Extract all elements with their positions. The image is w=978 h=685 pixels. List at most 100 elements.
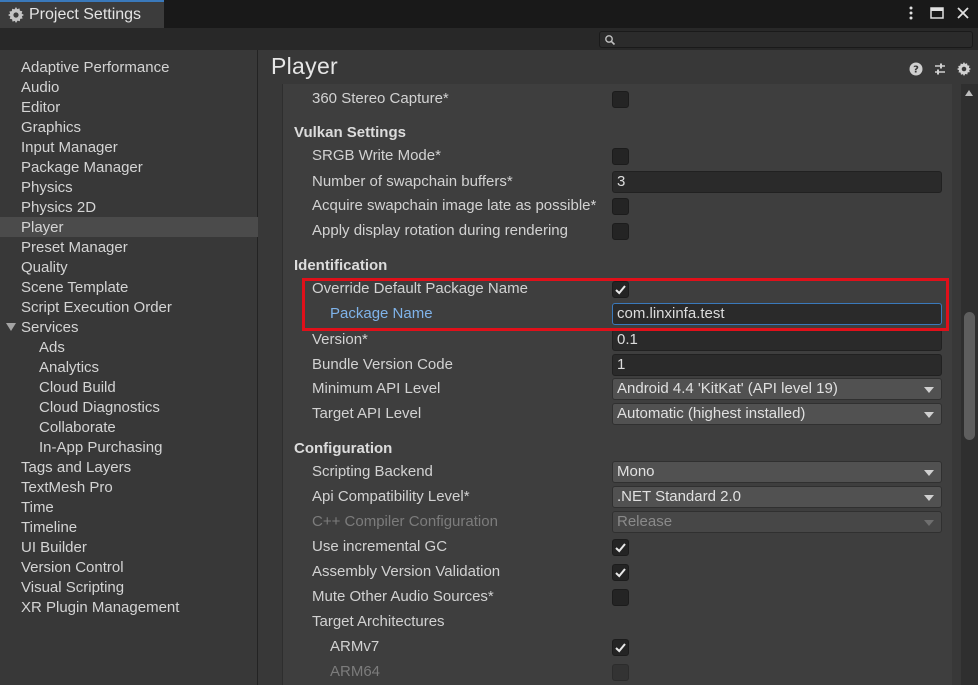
row-assembly-version-validation: Assembly Version Validation [283, 561, 952, 583]
sidebar-item-adaptive-performance[interactable]: Adaptive Performance [0, 57, 258, 77]
row-cpp-compiler-configuration: C++ Compiler Configuration Release [283, 511, 952, 533]
vertical-scrollbar[interactable] [961, 84, 978, 685]
sidebar-item-physics[interactable]: Physics [0, 177, 258, 197]
mute-other-audio-checkbox[interactable] [612, 589, 629, 606]
row-version: Version* 0.1 [283, 329, 952, 351]
sidebar-item-quality[interactable]: Quality [0, 257, 258, 277]
sidebar-item-input-manager[interactable]: Input Manager [0, 137, 258, 157]
sidebar-item-textmesh-pro[interactable]: TextMesh Pro [0, 477, 258, 497]
sidebar-item-xr-plugin-management[interactable]: XR Plugin Management [0, 597, 258, 617]
tab-project-settings[interactable]: Project Settings [0, 0, 164, 28]
row-minimum-api-level: Minimum API Level Android 4.4 'KitKat' (… [283, 378, 952, 400]
package-name-field[interactable]: com.linxinfa.test [612, 303, 942, 325]
chevron-down-icon [924, 495, 934, 501]
armv7-checkbox[interactable] [612, 639, 629, 656]
sidebar-item-analytics[interactable]: Analytics [0, 357, 258, 377]
checkmark-icon [615, 543, 626, 553]
row-override-package-name: Override Default Package Name [283, 278, 952, 300]
checkmark-icon [615, 643, 626, 653]
chevron-down-icon [924, 387, 934, 393]
row-bundle-version-code: Bundle Version Code 1 [283, 354, 952, 376]
search-box[interactable] [599, 31, 973, 48]
sidebar-item-visual-scripting[interactable]: Visual Scripting [0, 577, 258, 597]
assembly-version-validation-checkbox[interactable] [612, 564, 629, 581]
sidebar-item-player[interactable]: Player [0, 217, 258, 237]
fold-arrow-icon[interactable] [6, 323, 16, 331]
tab-title: Project Settings [29, 6, 142, 23]
inspector-panel: Player ? 360 Stereo Capture* Vulkan Sett… [259, 50, 978, 685]
sidebar-item-preset-manager[interactable]: Preset Manager [0, 237, 258, 257]
sidebar-item-cloud-build[interactable]: Cloud Build [0, 377, 258, 397]
sidebar-item-physics-2d[interactable]: Physics 2D [0, 197, 258, 217]
page-title: Player [271, 53, 338, 79]
scroll-up-arrow-icon[interactable] [965, 90, 973, 96]
sidebar-item-editor[interactable]: Editor [0, 97, 258, 117]
minimum-api-level-dropdown[interactable]: Android 4.4 'KitKat' (API level 19) [612, 378, 942, 400]
chevron-down-icon [924, 520, 934, 526]
maximize-icon[interactable] [930, 5, 944, 21]
checkmark-icon [615, 285, 626, 295]
bundle-version-code-field[interactable]: 1 [612, 354, 942, 376]
row-armv7: ARMv7 [283, 636, 952, 658]
row-target-architectures: Target Architectures [312, 613, 445, 630]
search-input[interactable] [618, 32, 968, 47]
gear-icon [8, 7, 24, 23]
row-api-compatibility-level: Api Compatibility Level* .NET Standard 2… [283, 486, 952, 508]
sidebar-item-ads[interactable]: Ads [0, 337, 258, 357]
row-target-api-level: Target API Level Automatic (highest inst… [283, 403, 952, 425]
row-arm64: ARM64 [283, 661, 952, 683]
svg-text:?: ? [913, 65, 919, 76]
stereo-capture-checkbox[interactable] [612, 91, 629, 108]
incremental-gc-checkbox[interactable] [612, 539, 629, 556]
sidebar-item-package-manager[interactable]: Package Manager [0, 157, 258, 177]
sidebar-item-ui-builder[interactable]: UI Builder [0, 537, 258, 557]
sidebar-item-scene-template[interactable]: Scene Template [0, 277, 258, 297]
sidebar-item-version-control[interactable]: Version Control [0, 557, 258, 577]
sidebar-item-collaborate[interactable]: Collaborate [0, 417, 258, 437]
checkmark-icon [615, 568, 626, 578]
configuration-heading: Configuration [294, 440, 393, 457]
override-package-name-checkbox[interactable] [612, 281, 629, 298]
display-rotation-checkbox[interactable] [612, 223, 629, 240]
sidebar-item-time[interactable]: Time [0, 497, 258, 517]
row-swapchain-buffers: Number of swapchain buffers* 3 [283, 171, 952, 193]
search-icon [604, 33, 616, 46]
chevron-down-icon [924, 470, 934, 476]
row-mute-other-audio: Mute Other Audio Sources* [283, 586, 952, 608]
sidebar-item-in-app-purchasing[interactable]: In-App Purchasing [0, 437, 258, 457]
player-settings-content: 360 Stereo Capture* Vulkan Settings SRGB… [282, 84, 952, 685]
row-display-rotation: Apply display rotation during rendering [283, 220, 952, 242]
chevron-down-icon [924, 412, 934, 418]
identification-heading: Identification [294, 257, 388, 274]
swapchain-buffers-field[interactable]: 3 [612, 171, 942, 193]
settings-gear-icon[interactable] [956, 61, 972, 77]
close-icon[interactable] [956, 5, 970, 21]
row-srgb-write-mode: SRGB Write Mode* [283, 145, 952, 167]
scripting-backend-dropdown[interactable]: Mono [612, 461, 942, 483]
srgb-write-mode-checkbox[interactable] [612, 148, 629, 165]
sidebar-item-graphics[interactable]: Graphics [0, 117, 258, 137]
sidebar-item-timeline[interactable]: Timeline [0, 517, 258, 537]
cpp-compiler-configuration-dropdown: Release [612, 511, 942, 533]
help-icon[interactable]: ? [908, 61, 924, 77]
sidebar-item-audio[interactable]: Audio [0, 77, 258, 97]
settings-sidebar: Adaptive Performance Audio Editor Graphi… [0, 50, 258, 685]
api-compatibility-level-dropdown[interactable]: .NET Standard 2.0 [612, 486, 942, 508]
sidebar-item-tags-and-layers[interactable]: Tags and Layers [0, 457, 258, 477]
preset-sliders-icon[interactable] [932, 61, 948, 77]
sidebar-item-services[interactable]: Services [0, 317, 258, 337]
vulkan-settings-heading: Vulkan Settings [294, 124, 406, 141]
sidebar-item-script-execution-order[interactable]: Script Execution Order [0, 297, 258, 317]
more-options-icon[interactable] [904, 5, 918, 21]
title-bar: Project Settings [0, 0, 978, 28]
row-scripting-backend: Scripting Backend Mono [283, 461, 952, 483]
sidebar-item-cloud-diagnostics[interactable]: Cloud Diagnostics [0, 397, 258, 417]
row-incremental-gc: Use incremental GC [283, 536, 952, 558]
row-360-stereo-capture: 360 Stereo Capture* [283, 88, 952, 110]
scrollbar-thumb[interactable] [964, 312, 975, 440]
target-api-level-dropdown[interactable]: Automatic (highest installed) [612, 403, 942, 425]
row-acquire-swapchain: Acquire swapchain image late as possible… [283, 195, 952, 217]
search-bar [0, 28, 978, 50]
version-field[interactable]: 0.1 [612, 329, 942, 351]
acquire-swapchain-checkbox[interactable] [612, 198, 629, 215]
